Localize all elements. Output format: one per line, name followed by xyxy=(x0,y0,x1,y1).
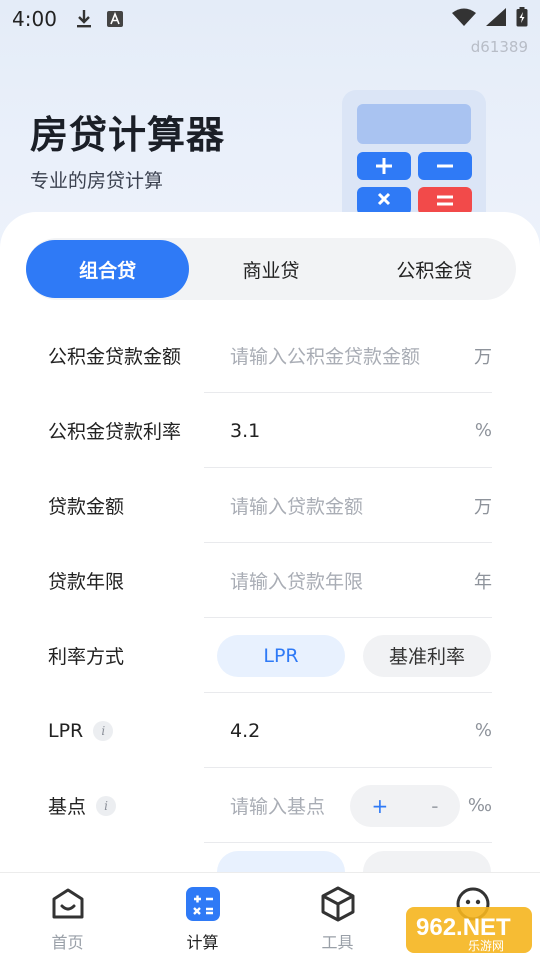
loan-type-tabs: 组合贷 商业贷 公积金贷 xyxy=(26,238,516,300)
rate-mode-benchmark-option[interactable]: 基准利率 xyxy=(363,634,491,677)
download-icon xyxy=(75,9,93,29)
signal-icon xyxy=(486,7,506,31)
rate-mode-row: 利率方式 LPR 基准利率 xyxy=(0,618,540,693)
page-title: 房贷计算器 xyxy=(30,113,226,157)
basis-point-label: 基点 i xyxy=(48,792,117,819)
fund-rate-row: 公积金贷款利率 3.1 % xyxy=(0,393,540,468)
loan-years-unit: 年 xyxy=(474,571,492,593)
page-subtitle: 专业的房贷计算 xyxy=(30,170,164,192)
lpr-unit: % xyxy=(474,720,492,741)
fund-amount-label: 公积金贷款金额 xyxy=(48,346,182,368)
status-time: 4:00 xyxy=(12,7,57,31)
rate-mode-lpr-option[interactable]: LPR xyxy=(217,634,345,677)
loan-amount-row: 贷款金额 请输入贷款金额 万 xyxy=(0,468,540,543)
basis-point-unit: ‰ xyxy=(467,795,492,816)
wifi-icon xyxy=(452,7,476,31)
nav-home[interactable]: 首页 xyxy=(0,873,135,960)
loan-years-label: 贷款年限 xyxy=(48,571,125,593)
info-icon[interactable]: i xyxy=(96,795,117,816)
svg-text:乐游网: 乐游网 xyxy=(468,939,504,953)
basis-point-row: 基点 i 请输入基点 + - ‰ xyxy=(0,768,540,843)
lpr-input[interactable]: 4.2 xyxy=(230,720,260,742)
svg-text:962.NET: 962.NET xyxy=(416,914,511,941)
lpr-label: LPR i xyxy=(48,719,114,742)
fund-amount-unit: 万 xyxy=(474,346,492,368)
loan-form: 公积金贷款金额 请输入公积金贷款金额 万 公积金贷款利率 3.1 % 贷款金额 … xyxy=(0,318,540,892)
home-smile-icon xyxy=(49,885,87,923)
status-bar: 4:00 xyxy=(0,0,540,38)
fund-rate-label: 公积金贷款利率 xyxy=(48,421,182,443)
nav-calculate[interactable]: 计算 xyxy=(135,873,270,960)
loan-years-input[interactable]: 请输入贷款年限 xyxy=(230,567,363,594)
lpr-row: LPR i 4.2 % xyxy=(0,693,540,768)
fund-rate-unit: % xyxy=(474,420,492,441)
site-watermark-logo: 962.NET 乐游网 xyxy=(406,905,532,959)
nav-tools[interactable]: 工具 xyxy=(270,873,405,960)
loan-amount-unit: 万 xyxy=(474,496,492,518)
basis-point-label-text: 基点 xyxy=(48,796,87,818)
info-icon[interactable]: i xyxy=(93,720,114,741)
battery-icon xyxy=(516,6,528,32)
calculator-card: 组合贷 商业贷 公积金贷 公积金贷款金额 请输入公积金贷款金额 万 公积金贷款利… xyxy=(0,212,540,892)
nav-home-label: 首页 xyxy=(51,933,84,952)
loan-years-row: 贷款年限 请输入贷款年限 年 xyxy=(0,543,540,618)
nav-calculate-label: 计算 xyxy=(186,933,219,952)
loan-amount-input[interactable]: 请输入贷款金额 xyxy=(230,492,363,519)
tab-commercial-loan[interactable]: 商业贷 xyxy=(189,240,352,298)
calculator-icon xyxy=(184,885,222,923)
fund-rate-input[interactable]: 3.1 xyxy=(230,420,260,442)
font-app-icon xyxy=(106,11,123,27)
rate-mode-label: 利率方式 xyxy=(48,646,125,668)
tab-provident-fund-loan[interactable]: 公积金贷 xyxy=(353,240,516,298)
nav-tools-label: 工具 xyxy=(321,933,354,952)
lpr-label-text: LPR xyxy=(48,719,84,742)
increment-button[interactable]: + xyxy=(372,794,389,818)
watermark-id: d61389 xyxy=(470,38,528,56)
loan-amount-label: 贷款金额 xyxy=(48,496,125,518)
cube-icon xyxy=(319,885,357,923)
tab-combined-loan[interactable]: 组合贷 xyxy=(26,240,190,298)
calculator-illustration-icon xyxy=(340,90,488,230)
decrement-button[interactable]: - xyxy=(431,794,438,818)
fund-amount-row: 公积金贷款金额 请输入公积金贷款金额 万 xyxy=(0,318,540,393)
basis-point-stepper: + - xyxy=(350,784,460,827)
fund-amount-input[interactable]: 请输入公积金贷款金额 xyxy=(230,342,420,369)
basis-point-input[interactable]: 请输入基点 xyxy=(230,792,325,819)
